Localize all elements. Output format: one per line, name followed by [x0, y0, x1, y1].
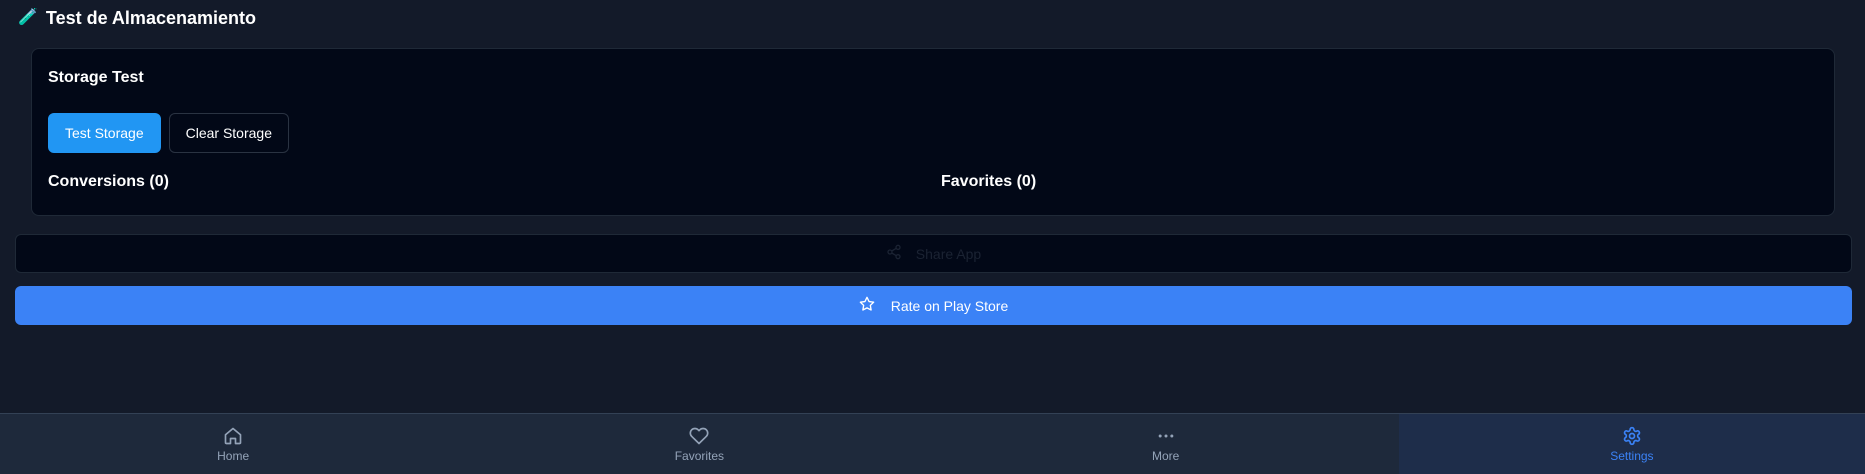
rate-play-store-button[interactable]: Rate on Play Store: [15, 286, 1852, 325]
star-icon: [859, 296, 875, 315]
gear-icon: [1622, 426, 1642, 446]
share-app-button[interactable]: Share App: [15, 234, 1852, 273]
clear-storage-button[interactable]: Clear Storage: [168, 113, 289, 153]
nav-label-favorites: Favorites: [674, 448, 725, 463]
section-header: 🧪 Test de Almacenamiento: [18, 6, 256, 30]
test-storage-button[interactable]: Test Storage: [48, 113, 161, 153]
heart-icon: [689, 426, 709, 446]
nav-item-more[interactable]: More: [933, 414, 1399, 474]
share-app-label: Share App: [915, 245, 982, 262]
conversions-count: Conversions (0): [48, 173, 169, 190]
card-title: Storage Test: [48, 69, 144, 86]
bottom-navigation: Home Favorites More Settings: [0, 413, 1865, 474]
test-tube-icon: 🧪: [18, 9, 38, 26]
share-icon: [886, 244, 902, 263]
nav-item-favorites[interactable]: Favorites: [466, 414, 932, 474]
nav-item-home[interactable]: Home: [0, 414, 466, 474]
nav-label-settings: Settings: [1610, 448, 1654, 463]
nav-label-home: Home: [217, 448, 250, 463]
nav-label-more: More: [1151, 448, 1180, 463]
storage-test-card: Storage Test Test Storage Clear Storage …: [31, 48, 1835, 216]
favorites-count: Favorites (0): [941, 173, 1037, 190]
rate-label: Rate on Play Store: [890, 297, 1009, 314]
more-icon: [1156, 426, 1176, 446]
button-row: Test Storage Clear Storage: [48, 113, 289, 153]
nav-item-settings[interactable]: Settings: [1398, 414, 1865, 474]
home-icon: [223, 426, 243, 446]
section-title: Test de Almacenamiento: [45, 7, 256, 28]
